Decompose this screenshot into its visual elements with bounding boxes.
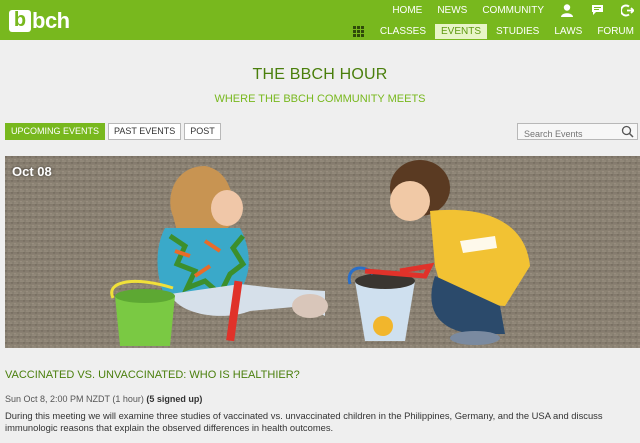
event-description: During this meeting we will examine thre… <box>5 410 603 433</box>
nav-events[interactable]: EVENTS <box>435 24 488 39</box>
tab-upcoming-events[interactable]: UPCOMING EVENTS <box>5 123 106 140</box>
nav-studies[interactable]: STUDIES <box>490 24 545 39</box>
children-playing-in-sand-photo <box>5 156 640 348</box>
search-input[interactable] <box>518 126 618 142</box>
bbch-logo[interactable]: b bch <box>9 8 70 33</box>
logout-icon[interactable] <box>620 3 634 17</box>
event-tabs: UPCOMING EVENTS PAST EVENTS POST <box>5 123 224 140</box>
event-meta: Sun Oct 8, 2:00 PM NZDT (1 hour) (5 sign… <box>5 394 202 404</box>
event-datetime: Sun Oct 8, 2:00 PM NZDT <box>5 394 110 404</box>
tab-post[interactable]: POST <box>184 123 221 140</box>
nav-community[interactable]: COMMUNITY <box>482 5 544 16</box>
tab-past-events[interactable]: PAST EVENTS <box>108 123 182 140</box>
sub-nav: CLASSES EVENTS STUDIES LAWS FORUM <box>352 24 640 39</box>
event-duration: (1 hour) <box>112 394 144 404</box>
event-title[interactable]: VACCINATED VS. UNVACCINATED: WHO IS HEAL… <box>5 369 300 381</box>
nav-laws[interactable]: LAWS <box>548 24 588 39</box>
message-icon[interactable] <box>590 3 604 17</box>
page-title: THE BBCH HOUR <box>252 66 388 83</box>
page-subtitle: WHERE THE BBCH COMMUNITY MEETS <box>214 93 426 105</box>
nav-forum[interactable]: FORUM <box>591 24 640 39</box>
event-hero-image[interactable]: Oct 08 <box>5 156 640 348</box>
search-icon[interactable] <box>621 125 634 138</box>
nav-news[interactable]: NEWS <box>437 5 467 16</box>
apps-grid-icon[interactable] <box>352 25 365 38</box>
event-signup-count: (5 signed up) <box>146 394 203 404</box>
search-box <box>517 123 638 142</box>
user-icon[interactable] <box>560 3 574 17</box>
nav-classes[interactable]: CLASSES <box>374 24 432 39</box>
nav-home[interactable]: HOME <box>392 5 422 16</box>
header-bar: b bch HOME NEWS COMMUNITY CLASSES EVENTS … <box>0 0 640 40</box>
event-date-badge: Oct 08 <box>12 164 52 179</box>
top-nav: HOME NEWS COMMUNITY <box>377 2 640 18</box>
